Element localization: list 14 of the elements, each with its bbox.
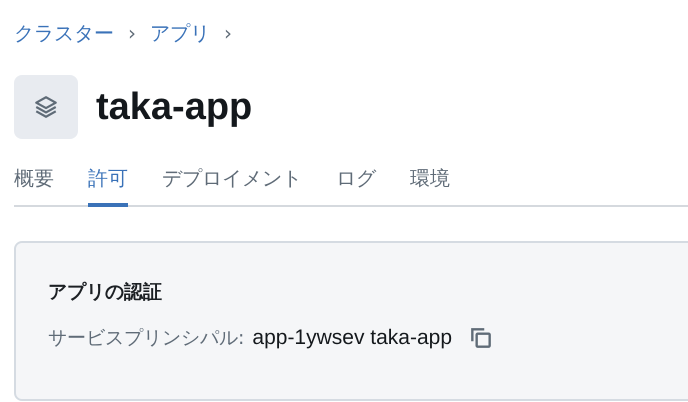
tab[interactable]: ログ	[336, 161, 376, 207]
field-label: サービスプリンシパル:	[48, 326, 244, 351]
breadcrumb-link[interactable]: クラスター	[14, 20, 114, 46]
app-title: taka-app	[96, 86, 252, 128]
tab[interactable]: 環境	[410, 161, 450, 207]
card-title: アプリの認証	[48, 280, 163, 305]
layers-icon	[33, 94, 59, 120]
tab[interactable]: デプロイメント	[162, 161, 302, 207]
field-value: app-1ywsev taka-app	[252, 326, 452, 350]
breadcrumb-separator: ›	[128, 21, 136, 45]
breadcrumb-separator: ›	[224, 21, 232, 45]
tab[interactable]: 概要	[14, 161, 54, 207]
breadcrumb-link[interactable]: アプリ	[150, 20, 210, 46]
tab[interactable]: 許可	[88, 161, 128, 207]
